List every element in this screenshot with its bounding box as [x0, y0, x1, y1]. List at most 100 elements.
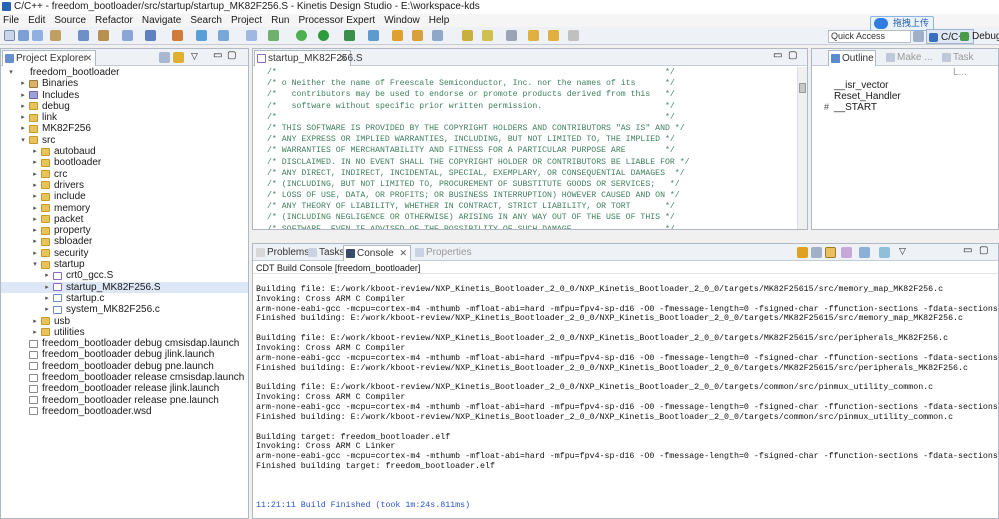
collapsed-arrow-icon[interactable]: ▸ [31, 180, 39, 191]
console-output[interactable]: Building file: E:/work/kboot-review/NXP_… [253, 275, 998, 518]
save-icon[interactable] [18, 30, 29, 41]
new-icon[interactable] [4, 30, 15, 41]
menu-project[interactable]: Project [231, 14, 262, 27]
menu-source[interactable]: Source [54, 14, 86, 27]
view-menu-icon[interactable]: ▽ [899, 246, 906, 257]
collapsed-arrow-icon[interactable]: ▸ [19, 78, 27, 89]
close-icon[interactable]: ✕ [84, 51, 92, 66]
scroll-lock-icon[interactable] [797, 247, 808, 258]
collapsed-arrow-icon[interactable]: ▸ [43, 293, 51, 304]
build-config-icon[interactable] [78, 30, 89, 41]
tab-project-explorer[interactable]: Project Explorer ✕ [2, 50, 96, 66]
expanded-arrow-icon[interactable]: ▾ [31, 259, 39, 270]
maximize-icon[interactable]: ▢ [227, 50, 236, 61]
tree-item[interactable]: ▸ property [1, 225, 248, 236]
tree-item[interactable]: freedom_bootloader debug jlink.launch [1, 349, 248, 360]
prev-annotation-icon[interactable] [482, 30, 493, 41]
tree-item[interactable]: ▸ crc [1, 169, 248, 180]
profile-icon[interactable] [368, 30, 379, 41]
collapsed-arrow-icon[interactable]: ▸ [19, 112, 27, 123]
editor-scrollbar[interactable] [797, 67, 807, 229]
search-tool-icon[interactable] [145, 30, 156, 41]
menu-processor-expert[interactable]: Processor Expert [298, 14, 375, 27]
hammer-icon[interactable] [98, 30, 109, 41]
tree-item[interactable]: ▸ startup.c [1, 293, 248, 304]
new-class-icon[interactable] [196, 30, 207, 41]
collapsed-arrow-icon[interactable]: ▸ [31, 327, 39, 338]
collapsed-arrow-icon[interactable]: ▸ [31, 225, 39, 236]
collapsed-arrow-icon[interactable]: ▸ [31, 157, 39, 168]
tree-item[interactable]: ▸ system_MK82F256.c [1, 304, 248, 315]
menu-window[interactable]: Window [384, 14, 420, 27]
tree-item[interactable]: ▸ drivers [1, 180, 248, 191]
collapsed-arrow-icon[interactable]: ▸ [43, 304, 51, 315]
tree-item[interactable]: ▾ src [1, 135, 248, 146]
scroll-thumb[interactable] [799, 83, 806, 93]
collapsed-arrow-icon[interactable]: ▸ [19, 90, 27, 101]
open-console-icon[interactable] [879, 247, 890, 258]
collapsed-arrow-icon[interactable]: ▸ [43, 270, 51, 281]
code-area[interactable]: /* */ /* o Neither the name of Freescale … [253, 67, 797, 229]
tab-problems[interactable]: Problems [254, 245, 309, 261]
quick-access-input[interactable]: Quick Access [828, 30, 911, 43]
external-tools-icon[interactable] [344, 30, 355, 41]
open-perspective-icon[interactable] [913, 31, 924, 42]
collapse-all-icon[interactable] [159, 52, 170, 63]
tab-console[interactable]: Console ✕ [343, 245, 411, 261]
new-source-icon[interactable] [246, 30, 257, 41]
tree-item[interactable]: ▸ Includes [1, 90, 248, 101]
tab-startup-file[interactable]: startup_MK82F256.S ✕ [254, 50, 363, 66]
back-icon[interactable] [528, 30, 539, 41]
new-file-icon[interactable] [268, 30, 279, 41]
outline-item[interactable]: __isr_vector [812, 80, 998, 91]
tree-item[interactable]: ▸ utilities [1, 327, 248, 338]
maximize-icon[interactable]: ▢ [979, 245, 988, 256]
menu-search[interactable]: Search [190, 14, 222, 27]
menu-refactor[interactable]: Refactor [95, 14, 133, 27]
tree-item[interactable]: ▸ bootloader [1, 157, 248, 168]
clear-console-icon[interactable] [811, 247, 822, 258]
tree-item[interactable]: ▸ packet [1, 214, 248, 225]
tree-item[interactable]: ▸ MK82F256 [1, 123, 248, 134]
menu-navigate[interactable]: Navigate [142, 14, 181, 27]
collapsed-arrow-icon[interactable]: ▸ [31, 248, 39, 259]
collapsed-arrow-icon[interactable]: ▸ [31, 316, 39, 327]
tree-item[interactable]: freedom_bootloader release cmsisdap.laun… [1, 372, 248, 383]
collapsed-arrow-icon[interactable]: ▸ [31, 214, 39, 225]
tree-item[interactable]: freedom_bootloader release jlink.launch [1, 383, 248, 394]
tab-tasks[interactable]: Tasks [306, 245, 345, 261]
collapsed-arrow-icon[interactable]: ▸ [31, 146, 39, 157]
minimize-icon[interactable]: ▭ [963, 245, 972, 256]
collapsed-arrow-icon[interactable]: ▸ [31, 236, 39, 247]
collapsed-arrow-icon[interactable]: ▸ [31, 169, 39, 180]
tree-item[interactable]: ▾ startup [1, 259, 248, 270]
pin-console-icon[interactable] [841, 247, 852, 258]
build-icon[interactable] [50, 30, 61, 41]
tree-item[interactable]: ▸ Binaries [1, 78, 248, 89]
tab-properties[interactable]: Properties [413, 245, 473, 261]
perspective-debug[interactable]: Debug [958, 29, 999, 44]
close-icon[interactable]: ✕ [399, 246, 407, 261]
tree-item[interactable]: freedom_bootloader.wsd [1, 406, 248, 417]
tree-item[interactable]: ▸ security [1, 248, 248, 259]
tree-item[interactable]: ▸ debug [1, 101, 248, 112]
menu-file[interactable]: File [3, 14, 19, 27]
pin-icon[interactable] [568, 30, 579, 41]
collapsed-arrow-icon[interactable]: ▸ [19, 123, 27, 134]
tool-icon[interactable] [122, 30, 133, 41]
pen-icon[interactable] [432, 30, 443, 41]
expanded-arrow-icon[interactable]: ▾ [19, 135, 27, 146]
run-icon[interactable] [318, 30, 329, 41]
last-edit-icon[interactable] [506, 30, 517, 41]
collapsed-arrow-icon[interactable]: ▸ [31, 203, 39, 214]
menu-help[interactable]: Help [429, 14, 450, 27]
menu-run[interactable]: Run [271, 14, 289, 27]
collapsed-arrow-icon[interactable]: ▸ [19, 101, 27, 112]
expanded-arrow-icon[interactable]: ▾ [7, 67, 15, 78]
outline-item[interactable]: Reset_Handler [812, 91, 998, 102]
tab-make-targets[interactable]: Make ... [884, 50, 936, 66]
close-icon[interactable]: ✕ [339, 51, 347, 66]
view-menu-icon[interactable]: ▽ [191, 51, 198, 62]
menu-edit[interactable]: Edit [28, 14, 45, 27]
display-console-icon[interactable] [859, 247, 870, 258]
